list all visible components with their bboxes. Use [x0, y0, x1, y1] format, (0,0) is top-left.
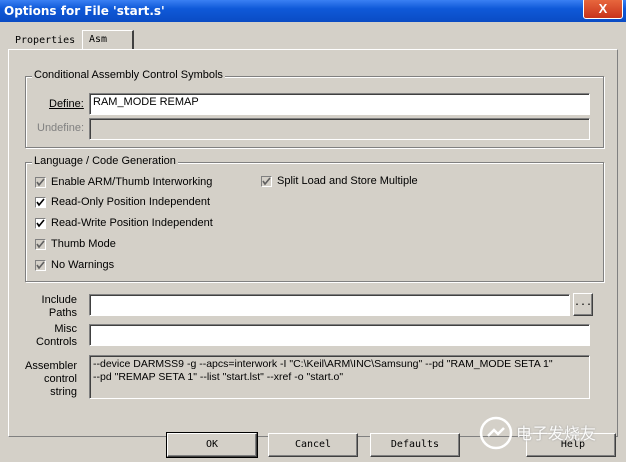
check-icon — [36, 197, 45, 206]
close-button[interactable]: X — [583, 0, 623, 19]
tab-properties[interactable]: Properties — [10, 32, 80, 49]
misc-controls-input[interactable] — [89, 324, 590, 346]
tab-asm[interactable]: Asm — [82, 30, 134, 50]
assembler-control-line1: --device DARMSS9 -g --apcs=interwork -I … — [93, 358, 553, 370]
checkbox-arm-thumb-interworking[interactable]: Enable ARM/Thumb Interworking — [35, 176, 212, 188]
assembler-control-string: --device DARMSS9 -g --apcs=interwork -I … — [89, 355, 590, 399]
undefine-input[interactable] — [89, 118, 590, 140]
watermark-logo-icon — [479, 416, 513, 450]
define-label: Define: — [49, 98, 84, 110]
window-title: Options for File 'start.s' — [4, 4, 165, 18]
check-icon — [36, 260, 45, 269]
browse-button[interactable]: ... — [573, 293, 593, 316]
checkbox-box — [35, 238, 46, 250]
checkbox-read-only-pi[interactable]: Read-Only Position Independent — [35, 196, 210, 208]
cancel-button[interactable]: Cancel — [268, 433, 358, 457]
checkbox-label: Read-Write Position Independent — [51, 217, 213, 229]
check-icon — [262, 176, 271, 185]
checkbox-label: Enable ARM/Thumb Interworking — [51, 176, 213, 188]
checkbox-box — [35, 196, 46, 208]
checkbox-thumb-mode[interactable]: Thumb Mode — [35, 238, 116, 250]
checkbox-label: Thumb Mode — [51, 238, 116, 250]
checkbox-label: Read-Only Position Independent — [51, 196, 210, 208]
include-label-line2: Paths — [48, 307, 77, 319]
checkbox-label: No Warnings — [51, 259, 115, 271]
assembler-control-line2: --pd "REMAP SETA 1" --list "start.lst" -… — [93, 371, 344, 383]
defaults-button[interactable]: Defaults — [370, 433, 460, 457]
check-icon — [36, 218, 45, 227]
include-label-line1: Include — [41, 294, 77, 306]
checkbox-box — [35, 176, 46, 188]
include-paths-input[interactable] — [89, 294, 570, 316]
assembler-label-line3: string — [50, 386, 77, 398]
title-bar: Options for File 'start.s' X — [0, 0, 626, 22]
watermark-text: 电子发烧友 — [516, 426, 597, 443]
checkbox-no-warnings[interactable]: No Warnings — [35, 259, 114, 271]
checkbox-box — [35, 259, 46, 271]
check-icon — [36, 239, 45, 248]
undefine-label: Undefine: — [37, 122, 85, 134]
checkbox-label: Split Load and Store Multiple — [277, 175, 418, 187]
language-legend: Language / Code Generation — [32, 155, 178, 167]
assembler-label-line1: Assembler — [25, 360, 77, 372]
checkbox-box — [261, 175, 272, 187]
conditional-assembly-legend: Conditional Assembly Control Symbols — [32, 69, 225, 81]
check-icon — [36, 177, 45, 186]
misc-label-line1: Misc — [54, 323, 77, 335]
assembler-label-line2: control — [43, 373, 77, 385]
define-input[interactable]: RAM_MODE REMAP — [89, 93, 590, 115]
checkbox-split-load-store[interactable]: Split Load and Store Multiple — [261, 175, 418, 187]
checkbox-read-write-pi[interactable]: Read-Write Position Independent — [35, 217, 213, 229]
ok-button[interactable]: OK — [166, 432, 258, 458]
misc-label-line2: Controls — [36, 336, 77, 348]
checkbox-box — [35, 217, 46, 229]
